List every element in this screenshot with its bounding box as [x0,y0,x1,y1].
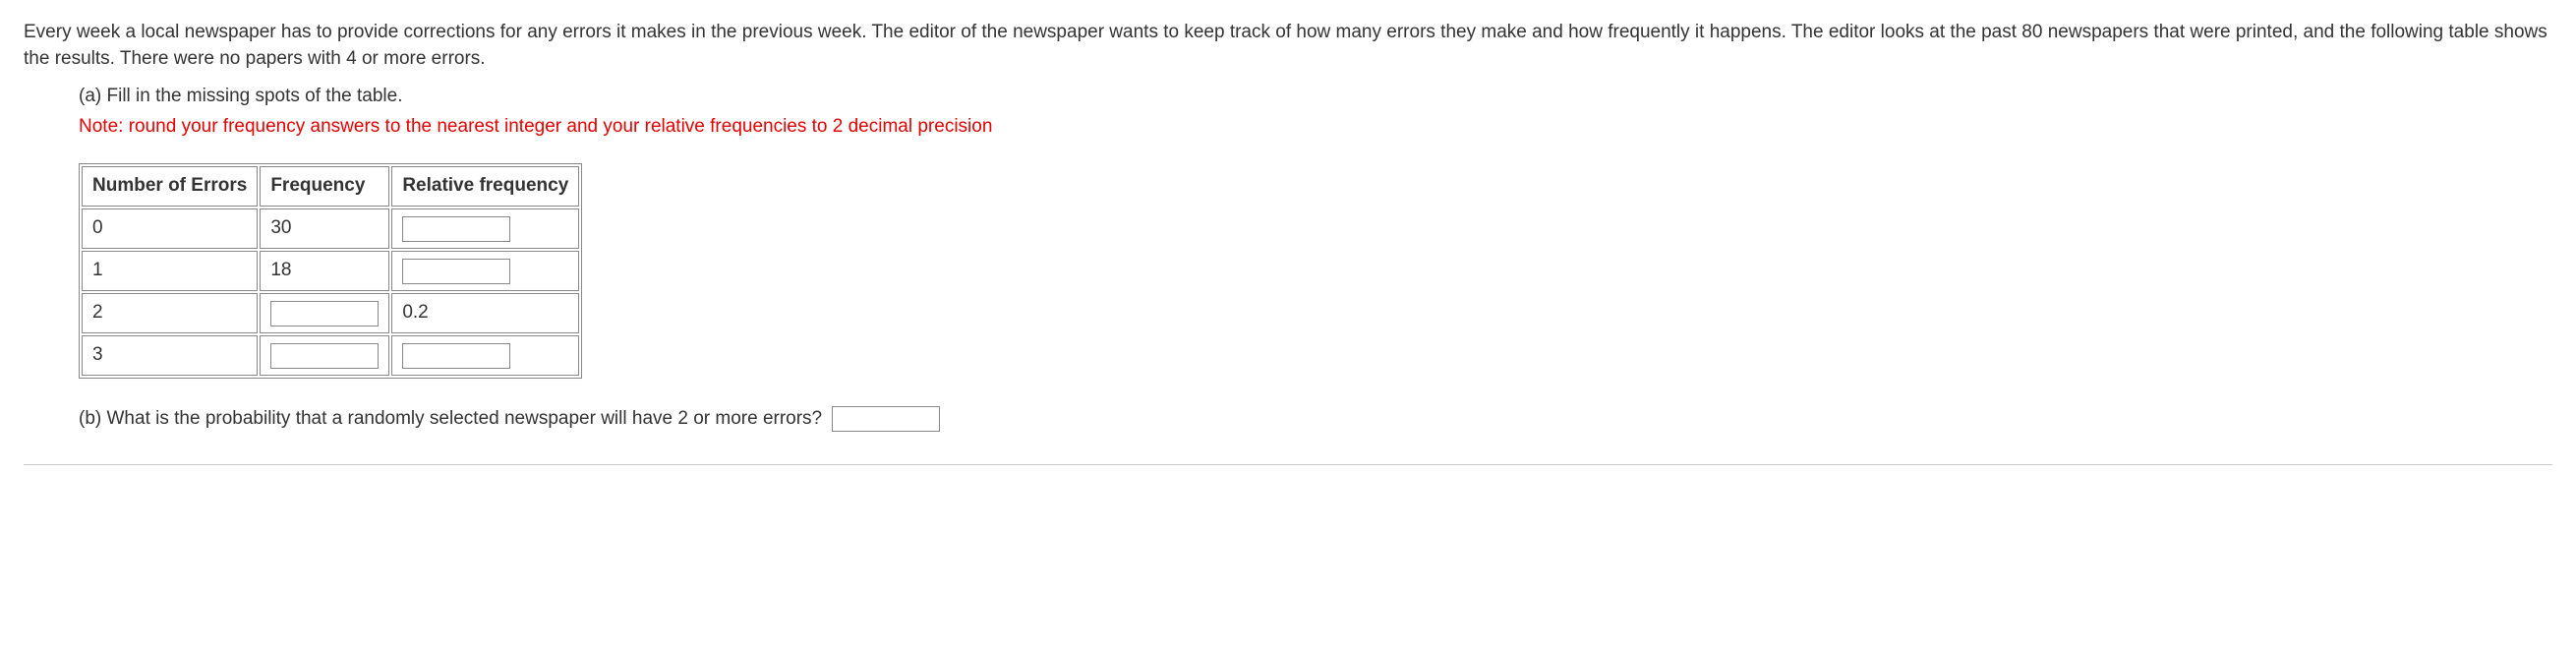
cell-relative [391,335,579,376]
relative-value-2: 0.2 [402,300,428,326]
cell-relative [391,208,579,249]
frequency-input-2[interactable] [270,301,379,326]
frequency-input-3[interactable] [270,343,379,369]
divider [24,464,2552,465]
table-row: 1 18 [82,251,579,291]
cell-frequency: 30 [260,208,389,249]
header-relative: Relative frequency [391,166,579,207]
part-b-label: (b) What is the probability that a rando… [79,406,822,433]
cell-errors: 2 [82,293,258,333]
cell-frequency: 18 [260,251,389,291]
table-row: 2 0.2 [82,293,579,333]
part-a-label: (a) Fill in the missing spots of the tab… [79,84,2552,110]
header-frequency: Frequency [260,166,389,207]
relative-freq-input-0[interactable] [402,216,510,242]
intro-text: Every week a local newspaper has to prov… [24,20,2552,72]
cell-errors: 0 [82,208,258,249]
cell-frequency [260,293,389,333]
relative-freq-input-1[interactable] [402,259,510,284]
table-row: 3 [82,335,579,376]
cell-frequency [260,335,389,376]
frequency-table: Number of Errors Frequency Relative freq… [79,163,582,379]
cell-relative [391,251,579,291]
part-b-input[interactable] [832,406,940,432]
header-errors: Number of Errors [82,166,258,207]
part-a-note: Note: round your frequency answers to th… [79,114,2552,141]
cell-relative: 0.2 [391,293,579,333]
cell-errors: 3 [82,335,258,376]
cell-errors: 1 [82,251,258,291]
table-row: 0 30 [82,208,579,249]
relative-freq-input-3[interactable] [402,343,510,369]
